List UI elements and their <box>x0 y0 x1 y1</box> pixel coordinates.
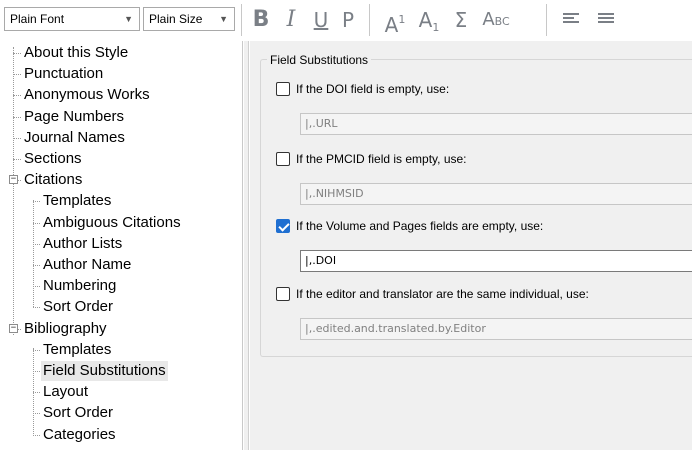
substitution-label: If the PMCID field is empty, use: <box>296 152 467 166</box>
align-left-icon <box>563 13 579 27</box>
subscript-button[interactable]: A1 <box>414 6 444 34</box>
substitution-field[interactable]: |,.NIHMSID <box>300 183 692 205</box>
style-tree: About this Style Punctuation Anonymous Wor… <box>0 41 243 450</box>
italic-button[interactable]: I <box>280 6 302 34</box>
tree-connector <box>33 200 34 307</box>
tree-connector <box>33 201 40 203</box>
font-select[interactable]: Plain Font ▼ <box>4 7 140 31</box>
tree-item[interactable]: Field Substitutions <box>41 361 168 381</box>
tree-item[interactable]: Sort Order <box>41 403 115 423</box>
tree-item[interactable]: Journal Names <box>22 128 127 148</box>
tree-connector <box>33 222 40 224</box>
tree-connector <box>33 348 34 434</box>
font-select-value: Plain Font <box>10 12 65 26</box>
panel-splitter[interactable] <box>244 41 249 450</box>
tree-item[interactable]: Author Lists <box>41 234 124 254</box>
tree-connector <box>33 243 40 245</box>
small-caps-small: BC <box>494 15 510 28</box>
size-select[interactable]: Plain Size ▼ <box>143 7 235 31</box>
tree-item[interactable]: Page Numbers <box>22 107 126 127</box>
tree-connector <box>33 371 40 372</box>
collapse-icon[interactable]: − <box>9 323 18 333</box>
tree-connector <box>33 392 40 394</box>
tree-connector <box>33 286 40 288</box>
tree-connector <box>33 307 40 309</box>
subscript-base: A <box>418 8 433 32</box>
subscript-mark: 1 <box>432 21 440 34</box>
tree-connector <box>33 349 40 351</box>
superscript-mark: 1 <box>398 13 406 26</box>
substitution-field[interactable]: |,.edited.and.translated.by.Editor <box>300 318 692 340</box>
bold-button[interactable]: B <box>250 6 272 34</box>
tree-connector <box>33 413 40 415</box>
tree-item[interactable]: Ambiguous Citations <box>41 213 183 233</box>
tree-item[interactable]: Citations <box>22 170 84 190</box>
toolbar-divider <box>369 4 370 36</box>
tree-item[interactable]: Sort Order <box>41 297 115 317</box>
tree-item[interactable]: Layout <box>41 382 90 402</box>
substitution-checkbox[interactable] <box>276 287 290 301</box>
substitution-checkbox[interactable] <box>276 219 290 233</box>
substitution-field[interactable]: |,.DOI <box>300 250 692 272</box>
tree-item[interactable]: Sections <box>22 149 84 169</box>
tree-connector <box>13 116 21 118</box>
align-left-button[interactable] <box>560 6 582 34</box>
toolbar-divider <box>546 4 547 36</box>
tree-item[interactable]: Punctuation <box>22 64 105 84</box>
underline-button[interactable]: U <box>310 6 332 34</box>
tree-item[interactable]: Bibliography <box>22 319 109 339</box>
plain-button[interactable]: P <box>337 6 359 34</box>
tree-connector <box>33 434 40 436</box>
field-substitutions-group <box>260 59 692 357</box>
substitution-label: If the editor and translator are the sam… <box>296 287 589 301</box>
field-substitutions-panel: Field Substitutions If the DOI field is … <box>250 41 692 450</box>
size-select-value: Plain Size <box>149 12 203 26</box>
tree-item[interactable]: Templates <box>41 191 113 211</box>
small-caps-button[interactable]: ABC <box>478 6 514 34</box>
substitution-field[interactable]: |,.URL <box>300 113 692 135</box>
substitution-checkbox[interactable] <box>276 82 290 96</box>
small-caps-big: A <box>482 9 495 30</box>
tree-connector <box>13 95 21 97</box>
justify-icon <box>598 13 614 27</box>
tree-connector <box>13 137 21 139</box>
chevron-down-icon: ▼ <box>219 14 228 24</box>
superscript-button[interactable]: A1 <box>380 6 410 37</box>
tree-connector <box>13 53 21 54</box>
tree-item[interactable]: Categories <box>41 425 118 445</box>
tree-item[interactable]: About this Style <box>22 43 130 63</box>
tree-item[interactable]: Author Name <box>41 255 133 275</box>
tree-connector <box>13 47 14 335</box>
formatting-toolbar: Plain Font ▼ Plain Size ▼ B I U P A1 A1 … <box>0 0 692 41</box>
tree-connector <box>13 74 21 76</box>
tree-connector <box>33 265 40 266</box>
superscript-base: A <box>384 13 399 37</box>
substitution-label: If the Volume and Pages fields are empty… <box>296 219 544 233</box>
group-title: Field Substitutions <box>267 53 372 67</box>
justify-button[interactable] <box>595 6 617 34</box>
tree-item[interactable]: Anonymous Works <box>22 85 152 105</box>
substitution-label: If the DOI field is empty, use: <box>296 82 450 96</box>
toolbar-divider <box>241 4 242 36</box>
collapse-icon[interactable]: − <box>9 175 18 185</box>
symbol-button[interactable]: Σ <box>448 6 474 34</box>
tree-connector <box>13 159 21 160</box>
tree-item[interactable]: Numbering <box>41 276 118 296</box>
chevron-down-icon: ▼ <box>124 14 133 24</box>
tree-item[interactable]: Templates <box>41 340 113 360</box>
substitution-checkbox[interactable] <box>276 152 290 166</box>
